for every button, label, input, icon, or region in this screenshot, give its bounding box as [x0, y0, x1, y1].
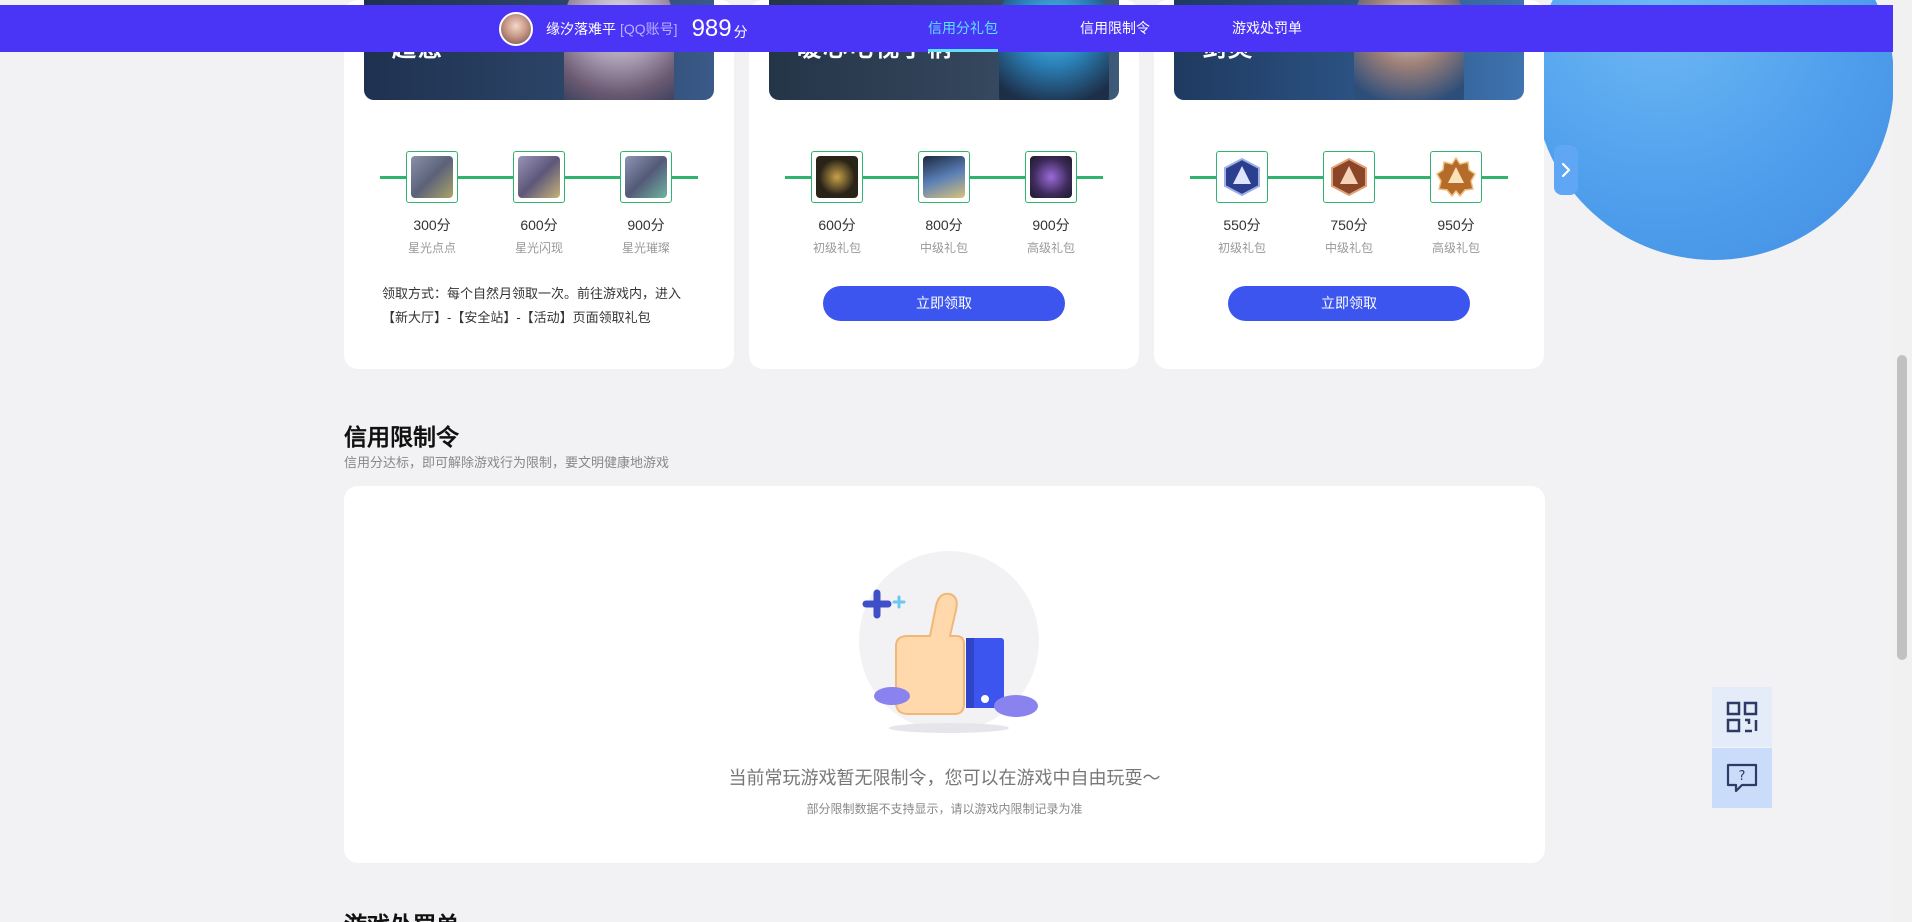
tier-level: 高级礼包: [1431, 241, 1480, 255]
tier-level: 高级礼包: [1026, 241, 1075, 255]
tier-item: 950分 高级礼包: [1416, 151, 1496, 256]
rank-badge-icon: [1331, 157, 1367, 197]
qr-code-button[interactable]: [1712, 687, 1772, 747]
score-unit: 分: [733, 24, 748, 40]
account-type: [QQ账号]: [620, 21, 678, 37]
scrollbar-thumb[interactable]: [1897, 355, 1907, 660]
tier-points: 950分: [1437, 217, 1475, 233]
tier-item: 550分 初级礼包: [1202, 151, 1282, 256]
avatar[interactable]: [499, 12, 533, 46]
empty-state-message: 当前常玩游戏暂无限制令，您可以在游戏中自由玩耍～: [728, 768, 1161, 788]
reward-gift-icon: [1030, 156, 1072, 198]
top-navigation: 缘汐落难平 [QQ账号] 989 分 信用分礼包 信用限制令 游戏处罚单: [0, 5, 1893, 52]
tier-level: 星光闪现: [514, 241, 563, 255]
tier-level: 初级礼包: [812, 241, 861, 255]
tab-credit-gift[interactable]: 信用分礼包: [928, 5, 998, 52]
claim-button[interactable]: 立即领取: [1228, 286, 1470, 321]
tier-level: 中级礼包: [919, 241, 968, 255]
tier-reward-frame[interactable]: [918, 151, 970, 203]
reward-gift-icon: [625, 156, 667, 198]
restriction-panel: 当前常玩游戏暂无限制令，您可以在游戏中自由玩耍～ 部分限制数据不支持显示，请以游…: [344, 486, 1545, 863]
tier-item: 750分 中级礼包: [1309, 151, 1389, 256]
claim-instructions: 领取方式：每个自然月领取一次。前往游戏内，进入【新大厅】-【安全站】-【活动】页…: [382, 286, 682, 325]
tier-points: 800分: [925, 217, 963, 233]
empty-state-note: 部分限制数据不支持显示，请以游戏内限制记录为准: [806, 802, 1083, 816]
tab-credit-restriction[interactable]: 信用限制令: [1080, 5, 1150, 52]
rank-badge-icon: [1224, 157, 1260, 197]
tab-game-penalty[interactable]: 游戏处罚单: [1232, 5, 1302, 52]
gift-card-1: 超感 300分 星光点点 600分 星光闪现 900分 星光璀璨 领取方式：每个…: [344, 0, 734, 369]
reward-gift-icon: [518, 156, 560, 198]
tier-reward-frame[interactable]: [1323, 151, 1375, 203]
qr-code-icon: [1726, 701, 1758, 733]
thumbs-up-illustration: [859, 551, 1039, 733]
tier-points: 300分: [413, 217, 451, 233]
tier-points: 600分: [520, 217, 558, 233]
rank-badge-icon: [1436, 156, 1476, 198]
tier-points: 550分: [1223, 217, 1261, 233]
tier-points: 750分: [1330, 217, 1368, 233]
user-name: 缘汐落难平: [546, 21, 616, 37]
tier-item: 600分 星光闪现: [499, 151, 579, 256]
tier-level: 中级礼包: [1324, 241, 1373, 255]
tier-level: 初级礼包: [1217, 241, 1266, 255]
section-title-penalty: 游戏处罚单: [344, 906, 459, 922]
reward-gift-icon: [411, 156, 453, 198]
tier-item: 800分 中级礼包: [904, 151, 984, 256]
gift-card-2: 暖心电视手柄 600分 初级礼包 800分 中级礼包 900分 高级礼包 立即领…: [749, 0, 1139, 369]
gift-card-3: 剑灵 550分 初级礼包 750分 中级礼包 950分: [1154, 0, 1544, 369]
tier-item: 300分 星光点点: [392, 151, 472, 256]
section-subtitle-restriction: 信用分达标，即可解除游戏行为限制，要文明健康地游戏: [344, 455, 670, 470]
tier-reward-frame[interactable]: [1430, 151, 1482, 203]
carousel-next-button[interactable]: [1554, 145, 1578, 195]
tier-points: 600分: [818, 217, 856, 233]
tier-level: 星光璀璨: [621, 241, 670, 255]
tier-points: 900分: [627, 217, 665, 233]
tier-reward-frame[interactable]: [811, 151, 863, 203]
tier-reward-frame[interactable]: [1025, 151, 1077, 203]
tier-level: 星光点点: [407, 241, 456, 255]
tier-item: 900分 高级礼包: [1011, 151, 1091, 256]
chevron-right-icon: [1561, 162, 1571, 178]
tier-reward-frame[interactable]: [513, 151, 565, 203]
reward-gift-icon: [816, 156, 858, 198]
credit-score: 989: [691, 15, 732, 42]
claim-button[interactable]: 立即领取: [823, 286, 1065, 321]
svg-text:?: ?: [1739, 769, 1746, 784]
section-title-restriction: 信用限制令: [344, 424, 459, 450]
tier-points: 900分: [1032, 217, 1070, 233]
nav-tabs: 信用分礼包 信用限制令 游戏处罚单: [928, 5, 1384, 52]
tier-reward-frame[interactable]: [1216, 151, 1268, 203]
reward-gift-icon: [923, 156, 965, 198]
tier-reward-frame[interactable]: [620, 151, 672, 203]
help-feedback-button[interactable]: ?: [1712, 748, 1772, 808]
tier-item: 600分 初级礼包: [797, 151, 877, 256]
tier-reward-frame[interactable]: [406, 151, 458, 203]
help-chat-icon: ?: [1726, 763, 1758, 793]
tier-item: 900分 星光璀璨: [606, 151, 686, 256]
user-info: 缘汐落难平 [QQ账号] 989 分: [499, 12, 748, 46]
